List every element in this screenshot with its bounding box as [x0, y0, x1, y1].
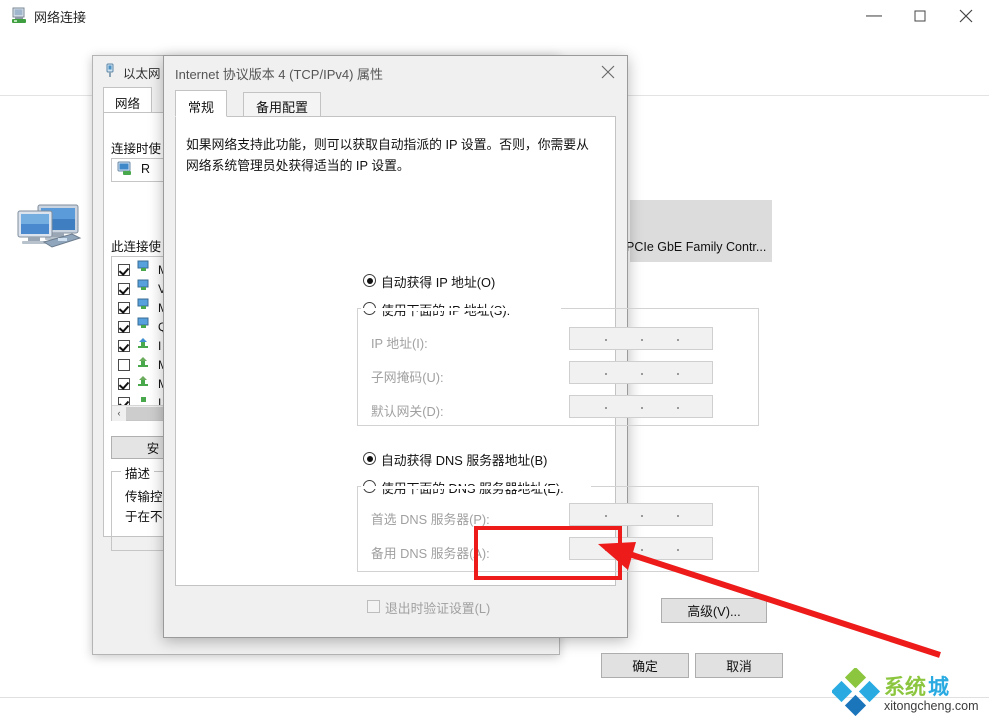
preferred-dns-input[interactable]	[569, 503, 713, 526]
ok-button[interactable]: 确定	[601, 653, 689, 678]
group-notch	[361, 308, 561, 311]
alternate-dns-label: 备用 DNS 服务器(A):	[371, 546, 490, 561]
tab-general[interactable]: 常规	[175, 90, 228, 117]
subnet-mask-input[interactable]	[569, 361, 713, 384]
watermark: 系统 城 xitongcheng.com	[830, 666, 984, 717]
ip-address-input[interactable]	[569, 327, 713, 350]
protocol-icon	[137, 355, 152, 374]
component-checkbox[interactable]	[118, 358, 130, 371]
description-line2: 于在不	[125, 510, 163, 524]
maximize-button[interactable]	[897, 0, 943, 32]
preferred-dns-label: 首选 DNS 服务器(P):	[371, 512, 490, 527]
radio-obtain-dns-automatically[interactable]	[363, 452, 376, 465]
radio-obtain-ip-automatically[interactable]	[363, 274, 376, 287]
svg-text:xitongcheng.com: xitongcheng.com	[884, 699, 979, 713]
component-checkbox[interactable]	[118, 377, 130, 390]
client-icon	[137, 260, 152, 279]
client-icon	[137, 317, 152, 336]
component-checkbox[interactable]	[118, 339, 130, 352]
component-checkbox[interactable]	[118, 263, 130, 276]
component-label: I	[158, 338, 162, 353]
minimize-button[interactable]: —	[851, 0, 897, 32]
ip-intro-text: 如果网络支持此功能，则可以获取自动指派的 IP 设置。否则，你需要从网络系统管理…	[186, 137, 589, 173]
close-button[interactable]	[943, 0, 989, 32]
protocol-icon	[137, 336, 152, 355]
radio-obtain-dns-automatically-label[interactable]: 自动获得 DNS 服务器地址(B)	[381, 450, 547, 469]
selected-connection-label: PCIe GbE Family Contr...	[626, 240, 767, 254]
network-connections-icon	[10, 7, 28, 25]
ip-dialog-titlebar: Internet 协议版本 4 (TCP/IPv4) 属性	[164, 56, 627, 88]
description-title: 描述	[121, 463, 155, 482]
default-gateway-input[interactable]	[569, 395, 713, 418]
adapter-name: R	[141, 162, 151, 176]
window-titlebar: 网络连接 —	[0, 0, 989, 32]
tab-alternate-config[interactable]: 备用配置	[243, 92, 322, 117]
client-icon	[137, 279, 152, 298]
component-checkbox[interactable]	[118, 301, 130, 314]
component-checkbox[interactable]	[118, 282, 130, 295]
screen: 网络连接 — ← → ▾ ↑ ›	[0, 0, 989, 723]
default-gateway-label: 默认网关(D):	[371, 404, 444, 419]
description-line1: 传输控	[125, 490, 163, 504]
scroll-left-arrow[interactable]: ‹	[112, 405, 126, 421]
tab-network[interactable]: 网络	[103, 87, 153, 113]
ip-address-label: IP 地址(I):	[371, 336, 428, 351]
advanced-button[interactable]: 高级(V)...	[661, 598, 767, 623]
svg-text:系统: 系统	[884, 675, 926, 699]
validate-settings-checkbox[interactable]	[367, 600, 380, 613]
ethernet-icon	[103, 63, 117, 79]
radio-obtain-ip-automatically-label[interactable]: 自动获得 IP 地址(O)	[381, 272, 495, 291]
watermark-logo	[830, 666, 881, 717]
validate-settings-label[interactable]: 退出时验证设置(L)	[385, 598, 490, 617]
ip-dialog-title: Internet 协议版本 4 (TCP/IPv4) 属性	[175, 67, 384, 82]
network-adapter-icon	[14, 202, 86, 258]
annotation-highlight-rectangle	[474, 526, 622, 580]
svg-text:城: 城	[928, 675, 949, 699]
component-checkbox[interactable]	[118, 320, 130, 333]
group-notch	[361, 486, 591, 489]
uses-following-label: 此连接使	[111, 240, 162, 254]
connect-using-label: 连接时使	[111, 142, 162, 156]
protocol-icon	[137, 374, 152, 393]
nic-icon	[117, 161, 135, 177]
client-icon	[137, 298, 152, 317]
close-icon[interactable]	[593, 60, 623, 84]
window-title: 网络连接	[34, 10, 87, 25]
cancel-button[interactable]: 取消	[695, 653, 783, 678]
subnet-mask-label: 子网掩码(U):	[371, 370, 444, 385]
ethernet-dialog-title: 以太网	[123, 67, 161, 81]
ip-dialog-tabs: 常规 备用配置	[175, 90, 616, 117]
